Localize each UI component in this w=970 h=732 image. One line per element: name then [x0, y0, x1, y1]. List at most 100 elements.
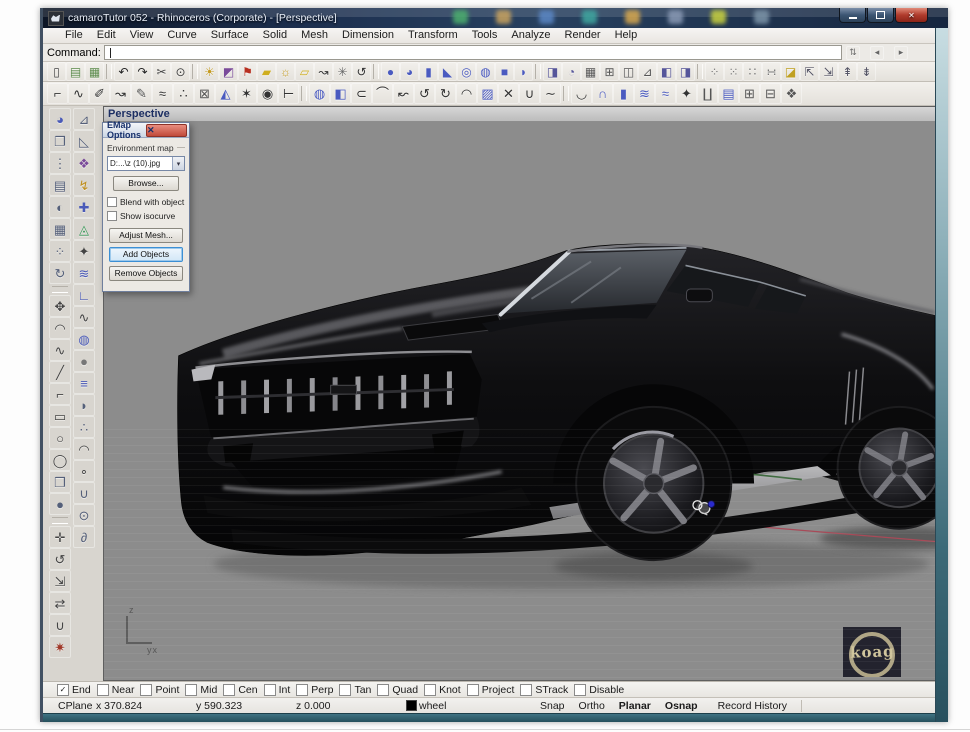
points-rows-icon[interactable]: ⁙	[724, 62, 743, 81]
osnap-tan[interactable]: Tan	[339, 684, 371, 696]
car-model[interactable]	[178, 244, 935, 560]
points-align-icon[interactable]: ∺	[762, 62, 781, 81]
status-toggle-planar[interactable]: Planar	[619, 700, 651, 712]
explode-tool-icon[interactable]: ✷	[49, 636, 71, 658]
menu-view[interactable]: View	[123, 28, 161, 43]
title-bar[interactable]: camaroTutor 052 - Rhinoceros (Corporate)…	[43, 8, 948, 28]
dialog-checkbox-show-isocurve[interactable]: Show isocurve	[107, 211, 185, 221]
menu-analyze[interactable]: Analyze	[504, 28, 557, 43]
barrel-icon[interactable]: ▮	[613, 83, 634, 104]
select-shaded-icon[interactable]: ◩	[219, 62, 238, 81]
maximize-button[interactable]	[867, 8, 894, 23]
layers-panel-icon[interactable]: ▤	[49, 174, 71, 196]
undo-icon[interactable]: ↶	[114, 62, 133, 81]
ramp-icon[interactable]: ⊿	[638, 62, 657, 81]
osnap-cen[interactable]: Cen	[223, 684, 257, 696]
history-toggle-icon[interactable]: ↻	[49, 262, 71, 284]
scale-tool-icon[interactable]: ⇲	[49, 570, 71, 592]
point-cloud-icon[interactable]: ⁘	[49, 240, 71, 262]
orbit-icon[interactable]: ↺	[352, 62, 371, 81]
torus-solid-icon[interactable]: ◎	[457, 62, 476, 81]
sphere-solid-icon[interactable]: ●	[381, 62, 400, 81]
polyline-tool-icon[interactable]: ⌐	[49, 383, 71, 405]
revolve-icon[interactable]: ◔	[562, 62, 581, 81]
split-view-icon[interactable]: ⊞	[600, 62, 619, 81]
wave-curve-icon[interactable]: ≈	[152, 83, 173, 104]
cone-solid-icon[interactable]: ◣	[438, 62, 457, 81]
small-point-icon[interactable]: ∘	[73, 460, 95, 482]
status-toggle-ortho[interactable]: Ortho	[579, 700, 605, 712]
cut-icon[interactable]: ✂	[152, 62, 171, 81]
u-tool-icon[interactable]: ∪	[73, 482, 95, 504]
osnap-perp[interactable]: Perp	[296, 684, 333, 696]
remove-objects-button[interactable]: Remove Objects	[109, 266, 183, 281]
open-file-icon[interactable]: ▤	[66, 62, 85, 81]
material-swatch-icon[interactable]: ◪	[781, 62, 800, 81]
menu-file[interactable]: File	[58, 28, 90, 43]
sketch-curve-icon[interactable]: ✐	[89, 83, 110, 104]
edit-curve-icon[interactable]: ✎	[131, 83, 152, 104]
star-tool-icon[interactable]: ✦	[676, 83, 697, 104]
close-button[interactable]: ✕	[895, 8, 928, 23]
lamp-pair-icon[interactable]: ☼	[276, 62, 295, 81]
menu-tools[interactable]: Tools	[465, 28, 505, 43]
patch-icon[interactable]: ▤	[718, 83, 739, 104]
browse-button[interactable]: Browse...	[113, 176, 179, 191]
osnap-mid[interactable]: Mid	[185, 684, 217, 696]
sweep-icon[interactable]: ◨	[676, 62, 695, 81]
shaded-viewport-icon[interactable]: ◕	[49, 108, 71, 130]
offset-icon[interactable]: ⊟	[760, 83, 781, 104]
dialog-close-button[interactable]: ✕	[146, 124, 187, 137]
pan-view-icon[interactable]: ✥	[49, 295, 71, 317]
box-solid-icon[interactable]: ■	[495, 62, 514, 81]
stitch-icon[interactable]: ⊞	[739, 83, 760, 104]
c-curve-icon[interactable]: ⊂	[351, 83, 372, 104]
front-wheel[interactable]	[576, 407, 731, 560]
dropdown-arrow-icon[interactable]: ▾	[172, 157, 184, 170]
person-edit-icon[interactable]: ❖	[781, 83, 802, 104]
half-solid-icon[interactable]: ◗	[514, 62, 533, 81]
angle-tool-icon[interactable]: ∟	[73, 284, 95, 306]
loft-icon[interactable]: ◧	[657, 62, 676, 81]
status-toggle-record-history[interactable]: Record History	[718, 700, 802, 712]
mesh-triangle-icon[interactable]: ◭	[215, 83, 236, 104]
viewport-layout-icon[interactable]: ❐	[49, 130, 71, 152]
send-arrow-icon[interactable]: ↝	[314, 62, 333, 81]
points-cols-icon[interactable]: ∷	[743, 62, 762, 81]
spring-b-icon[interactable]: ≈	[655, 83, 676, 104]
panels-icon[interactable]: ◫	[619, 62, 638, 81]
cylinder-solid-icon[interactable]: ▮	[419, 62, 438, 81]
add-objects-button[interactable]: Add Objects	[109, 247, 183, 262]
cplane-pane[interactable]: CPlane	[58, 700, 96, 712]
hook-curve-icon[interactable]: ⌐	[47, 83, 68, 104]
redo-icon[interactable]: ↷	[133, 62, 152, 81]
box-tool-icon[interactable]: ❒	[49, 471, 71, 493]
status-toggle-osnap[interactable]: Osnap	[665, 700, 698, 712]
menu-edit[interactable]: Edit	[90, 28, 123, 43]
rectangle-tool-icon[interactable]: ▭	[49, 405, 71, 427]
yellow-note-icon[interactable]: ▰	[257, 62, 276, 81]
save-file-icon[interactable]: ▦	[85, 62, 104, 81]
osnap-disable[interactable]: Disable	[574, 684, 624, 696]
line-tool-icon[interactable]: ╱	[49, 361, 71, 383]
freeform-curve-icon[interactable]: ∿	[49, 339, 71, 361]
emap-options-dialog[interactable]: EMap Options ✕ Environment map D:...\z (…	[102, 122, 190, 292]
viewport-title-bar[interactable]: Perspective	[104, 107, 935, 122]
squiggle-icon[interactable]: ∼	[540, 83, 561, 104]
dialog-title-bar[interactable]: EMap Options ✕	[103, 123, 189, 138]
menu-dimension[interactable]: Dimension	[335, 28, 401, 43]
petal-arc-icon[interactable]: ◠	[456, 83, 477, 104]
lightbulb-icon[interactable]: ☀	[200, 62, 219, 81]
layer-stack-icon[interactable]: ≡	[73, 372, 95, 394]
curve-handle-icon[interactable]: ∿	[73, 306, 95, 328]
union-curve-icon[interactable]: ∪	[519, 83, 540, 104]
3d-scene[interactable]	[104, 122, 935, 680]
u-join-icon[interactable]: ∐	[697, 83, 718, 104]
blue-tile-icon[interactable]: ◧	[330, 83, 351, 104]
menu-render[interactable]: Render	[558, 28, 608, 43]
arc-up-icon[interactable]: ◠	[73, 438, 95, 460]
blob-tool-icon[interactable]: ◗	[73, 394, 95, 416]
osnap-near[interactable]: Near	[97, 684, 135, 696]
loop-ccw-icon[interactable]: ↺	[414, 83, 435, 104]
viewport-canvas[interactable]: z yx koag	[104, 122, 935, 680]
